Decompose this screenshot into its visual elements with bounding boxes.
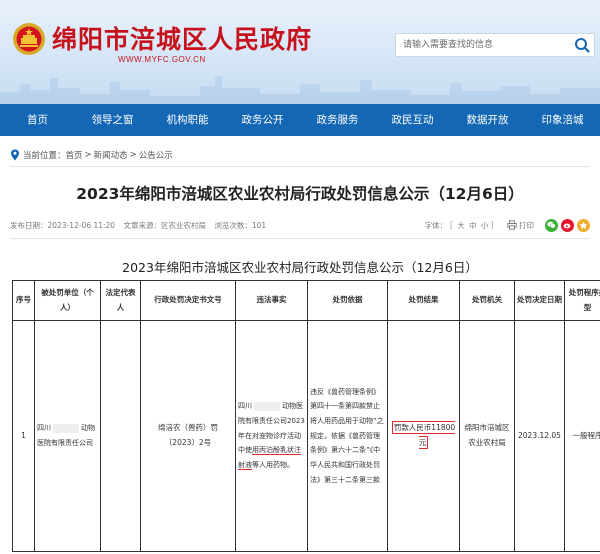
city-skyline-decoration: [0, 76, 600, 104]
site-title[interactable]: 绵阳市涪城区人民政府: [52, 20, 312, 56]
penalty-table: 序号 被处罚单位（个人） 法定代表人 行政处罚决定书文号 违法事实 处罚依据 处…: [12, 280, 600, 552]
article-source: 文章来源：区农业农村局: [123, 221, 206, 230]
col-header-procedure: 处罚程序类型: [564, 280, 600, 321]
search-icon[interactable]: [574, 37, 590, 53]
print-icon: [507, 220, 517, 230]
star-icon: [579, 221, 588, 229]
font-small-button[interactable]: 小: [481, 221, 489, 230]
nav-item-functions[interactable]: 机构职能: [150, 104, 225, 136]
font-medium-button[interactable]: 中: [469, 221, 477, 230]
location-pin-icon: [11, 149, 19, 161]
redacted-block: [254, 401, 280, 411]
publish-date: 发布日期：2023-12-06 11:20: [10, 221, 116, 230]
table-title: 2023年绵阳市涪城区农业农村局行政处罚信息公示（12月6日）: [122, 260, 478, 275]
divider: [10, 166, 590, 167]
divider: [10, 238, 590, 239]
col-header-entity: 被处罚单位（个人）: [34, 280, 101, 321]
article-meta: 发布日期：2023-12-06 11:20 文章来源：区农业农村局 浏览次数：1…: [10, 215, 590, 235]
site-url: WWW.MYFC.GOV.CN: [118, 55, 206, 64]
breadcrumb-home[interactable]: 首页: [66, 149, 83, 161]
wechat-icon: [547, 221, 556, 229]
search-box: [395, 33, 595, 57]
share-weibo-button[interactable]: [561, 218, 574, 232]
cell-facts: 四川 动物医院有限责任公司2023年在对宠物诊疗活动中使用丙泊酚乳状注射液等人用药…: [235, 320, 308, 552]
col-header-legal-rep: 法定代表人: [100, 280, 141, 321]
font-large-button[interactable]: 大: [457, 221, 465, 230]
breadcrumb-prefix: 当前位置：: [23, 151, 66, 161]
nav-item-home[interactable]: 首页: [0, 104, 75, 136]
col-header-authority: 处罚机关: [459, 280, 515, 321]
font-label: 字体：: [424, 220, 448, 230]
cell-authority: 绵阳市涪城区农业农村局: [459, 320, 515, 552]
highlighted-fine: 罚款人民币11800元: [391, 421, 456, 449]
breadcrumb-news[interactable]: 新闻动态: [94, 149, 128, 161]
nav-item-impression[interactable]: 印象涪城: [525, 104, 600, 136]
nav-item-leaders[interactable]: 领导之窗: [75, 104, 150, 136]
cell-entity: 四川 动物医院有限责任公司: [34, 320, 101, 552]
share-qzone-button[interactable]: [577, 218, 590, 232]
weibo-icon: [563, 223, 571, 229]
print-label: 打印: [519, 220, 534, 230]
breadcrumb-notices[interactable]: 公告公示: [139, 149, 173, 161]
cell-basis: 违反《兽药管理条例》第四十一条第四款禁止将人用药品用于动物”之规定，依据《兽药管…: [307, 320, 388, 552]
font-size-control: 字体： ［ 大 中 小 ］: [424, 220, 498, 230]
cell-result: 罚款人民币11800元: [387, 320, 460, 552]
cell-legal-rep: [100, 320, 141, 552]
nav-item-interaction[interactable]: 政民互动: [375, 104, 450, 136]
breadcrumb: 当前位置： 首页 > 新闻动态 > 公告公示: [10, 144, 173, 166]
table-header-row: 序号 被处罚单位（个人） 法定代表人 行政处罚决定书文号 违法事实 处罚依据 处…: [12, 280, 600, 321]
site-header: 绵阳市涪城区人民政府 WWW.MYFC.GOV.CN: [0, 0, 600, 104]
col-header-index: 序号: [12, 280, 35, 321]
cell-index: 1: [12, 320, 35, 552]
table-row: 1 四川 动物医院有限责任公司 绵涪农（兽药）罚〔2023〕2号 四川 动物医院有限…: [12, 320, 600, 552]
main-nav: 首页 领导之窗 机构职能 政务公开 政务服务 政民互动 数据开放 印象涪城: [0, 104, 600, 136]
col-header-basis: 处罚依据: [307, 280, 388, 321]
col-header-date: 处罚决定日期: [514, 280, 565, 321]
article-title: 2023年绵阳市涪城区农业农村局行政处罚信息公示（12月6日）: [76, 185, 524, 203]
col-header-doc-no: 行政处罚决定书文号: [140, 280, 236, 321]
col-header-facts: 违法事实: [235, 280, 308, 321]
search-input[interactable]: [396, 34, 570, 56]
redacted-block: [53, 423, 79, 433]
col-header-result: 处罚结果: [387, 280, 460, 321]
nav-item-services[interactable]: 政务服务: [300, 104, 375, 136]
cell-date: 2023.12.05: [514, 320, 565, 552]
nav-item-open-data[interactable]: 数据开放: [450, 104, 525, 136]
cell-doc-no: 绵涪农（兽药）罚〔2023〕2号: [140, 320, 236, 552]
share-wechat-button[interactable]: [545, 218, 558, 232]
cell-procedure: 一般程序: [564, 320, 600, 552]
national-emblem-icon: [13, 23, 45, 55]
view-count: 浏览次数：101: [214, 221, 267, 230]
print-button[interactable]: 打印: [507, 220, 534, 231]
nav-item-public-affairs[interactable]: 政务公开: [225, 104, 300, 136]
